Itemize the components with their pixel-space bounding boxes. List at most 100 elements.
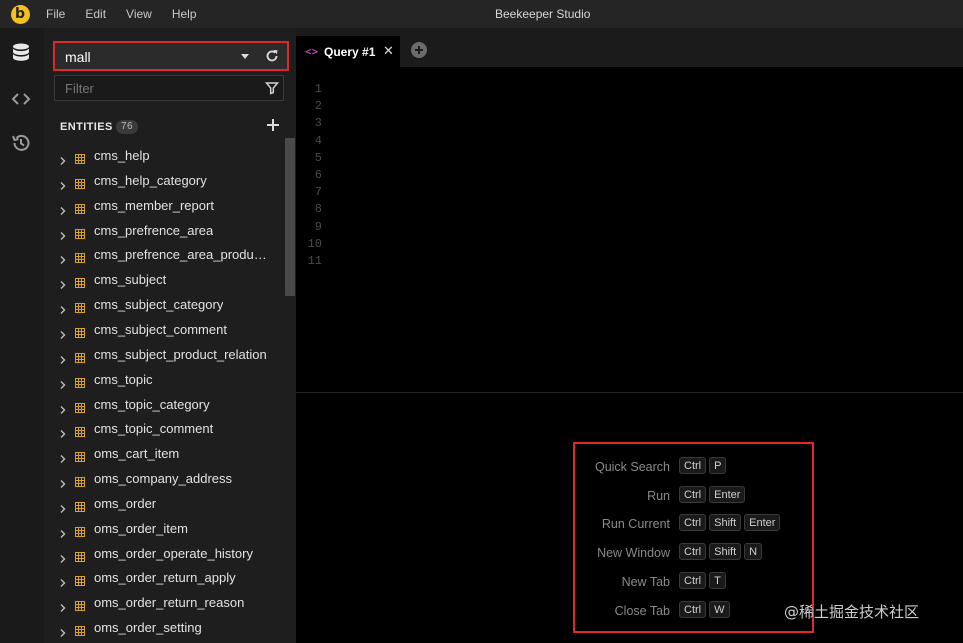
chevron-right-icon[interactable] — [60, 624, 66, 638]
plus-icon[interactable] — [266, 118, 280, 132]
chevron-right-icon[interactable] — [60, 574, 66, 588]
line-number-gutter: 1 2 3 4 5 6 7 8 9 10 11 — [296, 82, 322, 271]
chevron-right-icon[interactable] — [60, 251, 66, 265]
tab-label: Query #1 — [324, 45, 376, 59]
chevron-right-icon[interactable] — [60, 227, 66, 240]
chevron-right-icon[interactable] — [60, 475, 66, 489]
filter-field — [54, 75, 284, 101]
table-icon — [75, 325, 85, 338]
connection-name: mall — [65, 49, 91, 65]
history-icon[interactable] — [10, 132, 34, 156]
line-number: 9 — [314, 219, 322, 234]
code-icon[interactable] — [10, 88, 34, 112]
chevron-right-icon[interactable] — [60, 525, 66, 538]
entity-name: cms_subject — [94, 272, 167, 288]
entity-item[interactable]: oms_order_return_reason — [44, 592, 284, 614]
entity-name: cms_prefrence_area — [94, 222, 214, 238]
chevron-right-icon[interactable] — [60, 500, 66, 513]
entity-item[interactable]: oms_order_setting — [44, 617, 284, 639]
filter-input[interactable] — [55, 76, 255, 100]
entity-item[interactable]: oms_order — [44, 493, 284, 515]
shortcut-label: Quick Search — [594, 460, 670, 474]
table-icon — [75, 623, 85, 637]
funnel-icon[interactable] — [264, 81, 280, 95]
shortcut-label: Run — [647, 488, 670, 503]
chevron-right-icon[interactable] — [60, 202, 66, 215]
table-icon — [75, 250, 85, 264]
entity-item[interactable]: cms_topic — [44, 369, 284, 391]
line-number: 8 — [314, 202, 322, 217]
entity-item[interactable]: cms_subject_product_relation — [44, 344, 284, 366]
keycap: P — [709, 457, 727, 474]
entities-count-badge: 76 — [116, 120, 138, 134]
shortcut-label: Run Current — [601, 517, 670, 532]
entity-item[interactable]: oms_order_operate_history — [44, 543, 284, 565]
entity-name: oms_cart_item — [94, 446, 180, 462]
entity-item[interactable]: cms_subject_comment — [44, 319, 284, 341]
line-number: 4 — [314, 133, 322, 148]
chevron-right-icon[interactable] — [60, 550, 66, 563]
entity-item[interactable]: cms_help — [44, 145, 284, 167]
entity-name: oms_order_return_reason — [94, 595, 245, 611]
tab-query-1[interactable]: <> Query #1 ✕ — [296, 36, 400, 67]
entity-name: cms_topic_category — [94, 396, 210, 412]
chevron-right-icon[interactable] — [60, 599, 66, 613]
tab-bar: <> Query #1 ✕ — [296, 28, 963, 67]
keycap: Ctrl — [679, 485, 707, 503]
table-icon — [75, 151, 85, 164]
shortcut-label: New Window — [597, 546, 670, 561]
entity-item[interactable]: cms_subject — [44, 269, 284, 291]
entity-item[interactable]: oms_order_return_apply — [44, 567, 284, 589]
table-icon — [75, 573, 85, 587]
close-icon[interactable]: ✕ — [383, 43, 394, 59]
entity-name: cms_topic_comment — [94, 421, 214, 437]
table-icon — [75, 400, 85, 413]
shortcut-row: Close Tab Ctrl W — [575, 600, 816, 621]
connection-select[interactable]: mall — [53, 41, 289, 71]
table-icon — [75, 375, 85, 388]
entity-item[interactable]: cms_prefrence_area_product_relation — [44, 244, 284, 266]
shortcut-row: New Tab Ctrl T — [575, 571, 816, 592]
entity-name: oms_order_item — [94, 520, 188, 536]
chevron-right-icon[interactable] — [60, 301, 66, 315]
add-tab-icon[interactable] — [411, 42, 427, 58]
entities-label: ENTITIES — [60, 121, 113, 133]
table-icon — [75, 499, 85, 512]
shortcut-keys: Ctrl W — [679, 600, 733, 618]
entity-item[interactable]: oms_order_item — [44, 518, 284, 540]
chevron-right-icon[interactable] — [60, 326, 66, 339]
entity-name: oms_company_address — [94, 471, 233, 487]
entity-item[interactable]: cms_member_report — [44, 195, 284, 217]
chevron-right-icon[interactable] — [60, 152, 66, 165]
entity-name: cms_prefrence_area_product_relation — [94, 247, 272, 263]
shortcut-help: Quick Search Ctrl P Run Ctrl Enter Run Current… — [573, 442, 814, 633]
entity-item[interactable]: oms_company_address — [44, 468, 284, 490]
refresh-icon[interactable] — [264, 48, 280, 64]
entity-item[interactable]: cms_topic_category — [44, 394, 284, 416]
chevron-right-icon[interactable] — [60, 276, 66, 290]
entity-name: oms_order_operate_history — [94, 545, 253, 561]
entity-item[interactable]: cms_topic_comment — [44, 418, 284, 440]
line-number: 3 — [314, 116, 322, 131]
query-editor[interactable]: 1 2 3 4 5 6 7 8 9 10 11 — [296, 67, 963, 392]
chevron-down-icon[interactable] — [241, 54, 249, 59]
entity-item[interactable]: cms_prefrence_area — [44, 220, 284, 242]
chevron-right-icon[interactable] — [60, 425, 66, 439]
shortcut-keys: Ctrl P — [679, 457, 729, 474]
shortcut-keys: Ctrl T — [679, 571, 729, 589]
entity-item[interactable]: oms_cart_item — [44, 443, 284, 465]
keycap: W — [709, 600, 730, 618]
chevron-right-icon[interactable] — [60, 401, 66, 414]
chevron-right-icon[interactable] — [60, 177, 66, 190]
sidebar-scrollbar[interactable] — [285, 138, 295, 296]
chevron-right-icon[interactable] — [60, 376, 66, 389]
table-icon — [75, 598, 85, 612]
entity-item[interactable]: cms_subject_category — [44, 294, 284, 316]
chevron-right-icon[interactable] — [60, 450, 66, 464]
database-icon[interactable] — [10, 42, 34, 66]
entity-name: cms_subject_category — [94, 297, 224, 313]
table-icon — [75, 524, 85, 537]
entity-name: cms_topic — [94, 371, 153, 387]
entity-item[interactable]: cms_help_category — [44, 170, 284, 192]
chevron-right-icon[interactable] — [60, 351, 66, 364]
